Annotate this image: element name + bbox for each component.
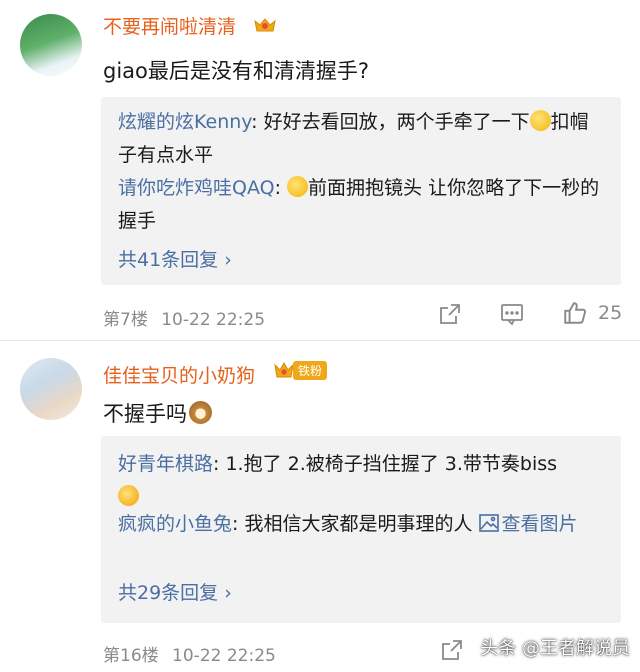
badge-label: 铁粉	[293, 360, 328, 380]
reply-item[interactable]: 好青年棋路: 1.抱了 2.被椅子挡住握了 3.带节奏biss	[118, 448, 607, 514]
cat-emoji-icon	[189, 401, 212, 424]
like-icon	[564, 302, 587, 324]
comment-meta: 第16楼 10-22 22:25	[103, 641, 276, 666]
comment-text: 不握手吗	[103, 398, 212, 428]
reply-box: 炫耀的炫Kenny: 好好去看回放，两个手牵了一下 扣帽子有点水平 请你吃炸鸡哇Q…	[101, 97, 621, 285]
watermark: 头条 @王者解说员	[480, 638, 630, 659]
reply-text: :	[274, 177, 288, 199]
floor-number: 第16楼	[103, 646, 159, 666]
share-icon	[440, 304, 460, 324]
timestamp: 10-22 22:25	[161, 310, 266, 330]
comment-2: 佳佳宝贝的小奶狗 铁粉 不握手吗 好青年棋路: 1.抱了 2.被椅子挡住握了 3…	[0, 341, 640, 672]
fan-badge: 铁粉	[273, 360, 328, 380]
avatar[interactable]	[20, 358, 82, 420]
comment-button[interactable]	[500, 302, 524, 326]
timestamp: 10-22 22:25	[172, 646, 276, 666]
crown-icon	[274, 361, 294, 378]
reply-username[interactable]: 请你吃炸鸡哇QAQ	[118, 177, 275, 199]
floor-number: 第7楼	[103, 310, 148, 330]
comment-meta: 第7楼 10-22 22:25	[103, 305, 265, 330]
emoji-icon	[118, 485, 139, 506]
comment-text-body: 不握手吗	[103, 402, 187, 426]
view-more-replies[interactable]: 共29条回复 ›	[118, 578, 232, 605]
reply-text: : 1.抱了 2.被椅子挡住握了 3.带节奏biss	[213, 453, 558, 475]
reply-item[interactable]: 炫耀的炫Kenny: 好好去看回放，两个手牵了一下 扣帽子有点水平	[118, 106, 607, 172]
reply-item[interactable]: 请你吃炸鸡哇QAQ: 前面拥抱镜头 让你忽略了下一秒的握手	[118, 172, 607, 238]
emoji-icon	[287, 176, 309, 197]
reply-text: : 好好去看回放，两个手牵了一下	[251, 111, 530, 133]
view-image-link[interactable]: 查看图片	[478, 513, 578, 535]
reply-item[interactable]: 疯疯的小鱼兔: 我相信大家都是明事理的人 查看图片	[118, 508, 607, 541]
emoji-icon	[529, 110, 551, 131]
comment-icon	[501, 304, 523, 326]
comment-text: giao最后是没有和清清握手?	[103, 59, 370, 83]
comment-1: 不要再闹啦清清 giao最后是没有和清清握手? 炫耀的炫Kenny: 好好去看回…	[0, 0, 640, 340]
reply-username[interactable]: 好青年棋路	[118, 453, 213, 475]
image-link-icon	[478, 514, 499, 532]
view-more-replies[interactable]: 共41条回复 ›	[118, 245, 232, 272]
reply-box: 好青年棋路: 1.抱了 2.被椅子挡住握了 3.带节奏biss 疯疯的小鱼兔: …	[101, 436, 621, 623]
reply-username[interactable]: 疯疯的小鱼兔	[118, 513, 232, 535]
share-icon	[442, 640, 462, 660]
avatar[interactable]	[20, 14, 82, 76]
share-button[interactable]	[440, 638, 464, 662]
share-button[interactable]	[438, 302, 462, 326]
username[interactable]: 佳佳宝贝的小奶狗	[103, 361, 255, 388]
reply-username[interactable]: 炫耀的炫Kenny	[118, 111, 251, 133]
fan-badge-icon	[252, 16, 278, 34]
reply-text: : 我相信大家都是明事理的人	[232, 513, 479, 535]
like-count: 25	[598, 302, 623, 324]
like-button[interactable]: 25	[562, 300, 622, 326]
view-image-label: 查看图片	[501, 513, 578, 535]
username[interactable]: 不要再闹啦清清	[103, 12, 236, 39]
